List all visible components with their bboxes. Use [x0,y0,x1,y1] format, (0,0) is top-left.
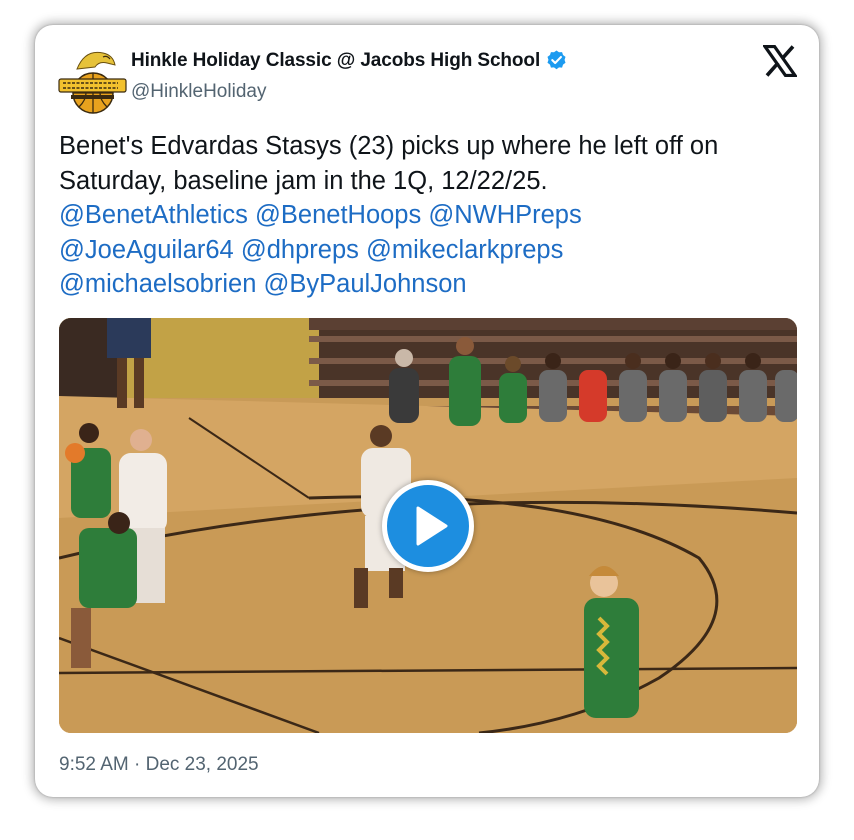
mention-link[interactable]: @JoeAguilar64 [59,236,234,264]
video-player[interactable] [59,318,797,733]
tweet-timestamp[interactable]: 9:52 AM · Dec 23, 2025 [59,754,259,776]
author-name[interactable]: Hinkle Holiday Classic @ Jacobs High Sch… [131,50,540,72]
mention-link[interactable]: @ByPaulJohnson [263,270,466,298]
x-logo-icon[interactable] [763,45,797,77]
verified-badge-icon [547,50,566,70]
play-icon [416,506,448,546]
mention-link[interactable]: @michaelsobrien [59,270,256,298]
mention-list: @BenetAthletics @BenetHoops @NWHPreps @J… [59,201,582,298]
author-name-row[interactable]: Hinkle Holiday Classic @ Jacobs High Sch… [131,49,568,72]
author-avatar[interactable] [55,43,130,118]
tweet-text: Benet's Edvardas Stasys (23) picks up wh… [59,129,799,302]
mention-link[interactable]: @mikeclarkpreps [366,236,563,264]
mention-link[interactable]: @NWHPreps [428,201,581,229]
mention-link[interactable]: @BenetHoops [255,201,421,229]
play-button[interactable] [382,480,474,572]
tweet-card: Hinkle Holiday Classic @ Jacobs High Sch… [35,25,819,797]
hinkle-holiday-logo-icon [55,43,130,118]
author-handle[interactable]: @HinkleHoliday [131,81,266,103]
tweet-body: Benet's Edvardas Stasys (23) picks up wh… [59,132,719,195]
mention-link[interactable]: @dhpreps [241,236,359,264]
mention-link[interactable]: @BenetAthletics [59,201,248,229]
